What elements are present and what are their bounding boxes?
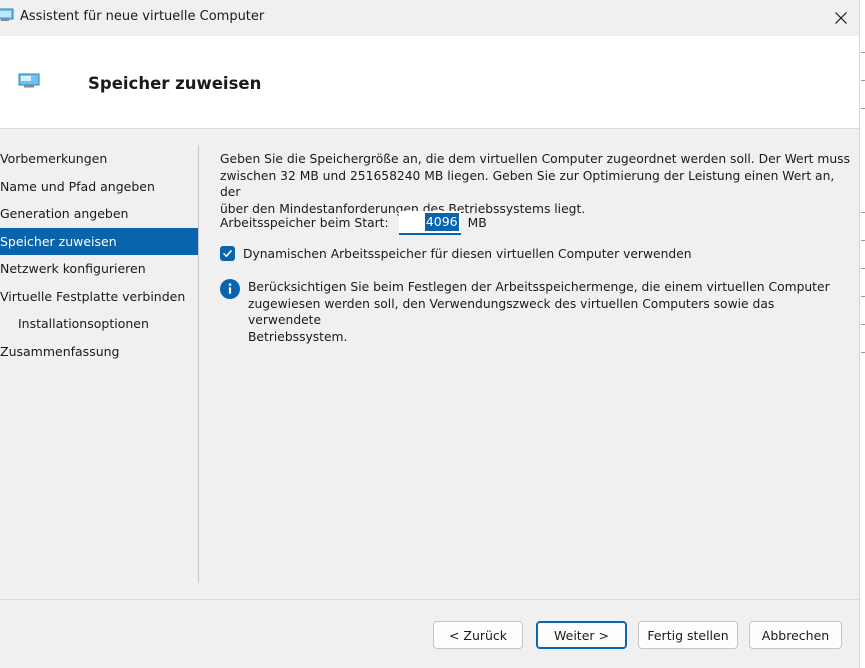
wizard-steps-nav: Vorbemerkungen Name und Pfad angeben Gen… (0, 145, 198, 365)
nav-item-installationsoptionen[interactable]: Installationsoptionen (0, 310, 198, 338)
info-line: Berücksichtigen Sie beim Festlegen der A… (248, 280, 830, 294)
back-button[interactable]: < Zurück (433, 621, 523, 649)
nav-item-virtuelle-festplatte[interactable]: Virtuelle Festplatte verbinden (0, 283, 198, 311)
nav-item-speicher-zuweisen[interactable]: Speicher zuweisen (0, 227, 198, 255)
close-icon (835, 12, 847, 24)
description-text: Geben Sie die Speichergröße an, die dem … (220, 151, 850, 217)
nav-item-netzwerk[interactable]: Netzwerk konfigurieren (0, 255, 198, 283)
nav-item-generation[interactable]: Generation angeben (0, 200, 198, 228)
wizard-header: Speicher zuweisen (0, 36, 859, 129)
title-bar: Assistent für neue virtuelle Computer (0, 0, 865, 36)
description-line: zwischen 32 MB und 251658240 MB liegen. … (220, 168, 835, 200)
vm-monitor-icon (18, 73, 40, 88)
info-text: Berücksichtigen Sie beim Festlegen der A… (248, 279, 845, 345)
nav-item-name-und-pfad[interactable]: Name und Pfad angeben (0, 173, 198, 201)
dynamic-memory-row: Dynamischen Arbeitsspeicher für diesen v… (220, 246, 692, 261)
startup-memory-row: Arbeitsspeicher beim Start: 4096 MB (220, 211, 487, 235)
close-button[interactable] (818, 0, 864, 36)
window-title: Assistent für neue virtuelle Computer (20, 9, 265, 24)
startup-memory-value: 4096 (424, 213, 459, 231)
info-line: zugewiesen werden soll, den Verwendungsz… (248, 296, 775, 328)
info-line: Betriebssystem. (248, 329, 348, 344)
dynamic-memory-checkbox[interactable] (220, 246, 235, 261)
nav-item-zusammenfassung[interactable]: Zusammenfassung (0, 338, 198, 366)
checkmark-icon (223, 250, 232, 257)
nav-item-vorbemerkungen[interactable]: Vorbemerkungen (0, 145, 198, 173)
finish-button[interactable]: Fertig stellen (638, 621, 738, 649)
nav-divider (198, 145, 199, 583)
footer-divider (0, 599, 859, 600)
startup-memory-input[interactable]: 4096 (398, 211, 461, 235)
dynamic-memory-label[interactable]: Dynamischen Arbeitsspeicher für diesen v… (243, 247, 692, 261)
description-line: Geben Sie die Speichergröße an, die dem … (220, 152, 850, 166)
vm-monitor-icon (0, 8, 14, 21)
info-note: Berücksichtigen Sie beim Festlegen der A… (220, 279, 845, 345)
page-title: Speicher zuweisen (88, 74, 262, 93)
next-button[interactable]: Weiter > (536, 621, 627, 649)
cancel-button[interactable]: Abbrechen (749, 621, 842, 649)
memory-settings-panel: Geben Sie die Speichergröße an, die dem … (220, 151, 850, 344)
startup-memory-unit: MB (467, 216, 487, 230)
info-icon (220, 279, 240, 299)
background-window-edge (859, 0, 865, 668)
startup-memory-label: Arbeitsspeicher beim Start: (220, 216, 389, 230)
